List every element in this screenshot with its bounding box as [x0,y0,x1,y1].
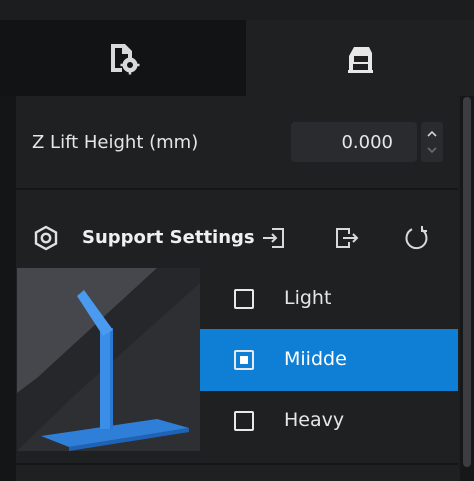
scrollbar-thumb[interactable] [463,97,471,467]
reset-icon [405,226,428,250]
left-edge [0,96,16,481]
printer-stand-icon [348,47,373,73]
option-label-light: Light [284,287,332,309]
import-icon [263,228,284,248]
import-button[interactable] [258,222,290,254]
export-icon [336,228,359,248]
hexagon-icon [34,225,58,251]
panel-tabs [0,20,474,96]
chevron-down-icon [427,147,437,154]
z-lift-input[interactable]: 0.000 [291,122,417,162]
support-option-heavy[interactable]: Heavy [200,390,458,452]
z-lift-spinner [421,122,443,162]
radio-middle[interactable] [234,350,254,370]
support-option-light[interactable]: Light [200,268,458,330]
top-strip [0,0,474,21]
radio-heavy[interactable] [234,411,254,431]
tab-file-settings[interactable] [0,20,246,96]
support-option-middle[interactable]: Miidde [200,329,458,391]
option-label-middle: Miidde [284,348,347,370]
export-button[interactable] [330,222,362,254]
support-preview [17,268,200,451]
support-preview-image [17,268,200,451]
reset-button[interactable] [401,222,433,254]
spin-up-button[interactable] [421,126,443,142]
z-lift-value: 0.000 [341,131,393,153]
next-section [16,465,458,481]
z-lift-label: Z Lift Height (mm) [32,132,199,153]
support-settings-title: Support Settings [82,227,255,248]
tab-support[interactable] [246,20,474,96]
support-hexagon-icon-wrap [30,222,62,254]
file-settings-icon [111,44,140,75]
z-lift-row: Z Lift Height (mm) 0.000 [16,108,458,180]
radio-light[interactable] [234,289,254,309]
section-divider [16,188,458,190]
option-label-heavy: Heavy [284,409,345,431]
chevron-up-icon [427,130,437,137]
support-settings-header: Support Settings [16,210,458,266]
spin-down-button[interactable] [421,142,443,158]
